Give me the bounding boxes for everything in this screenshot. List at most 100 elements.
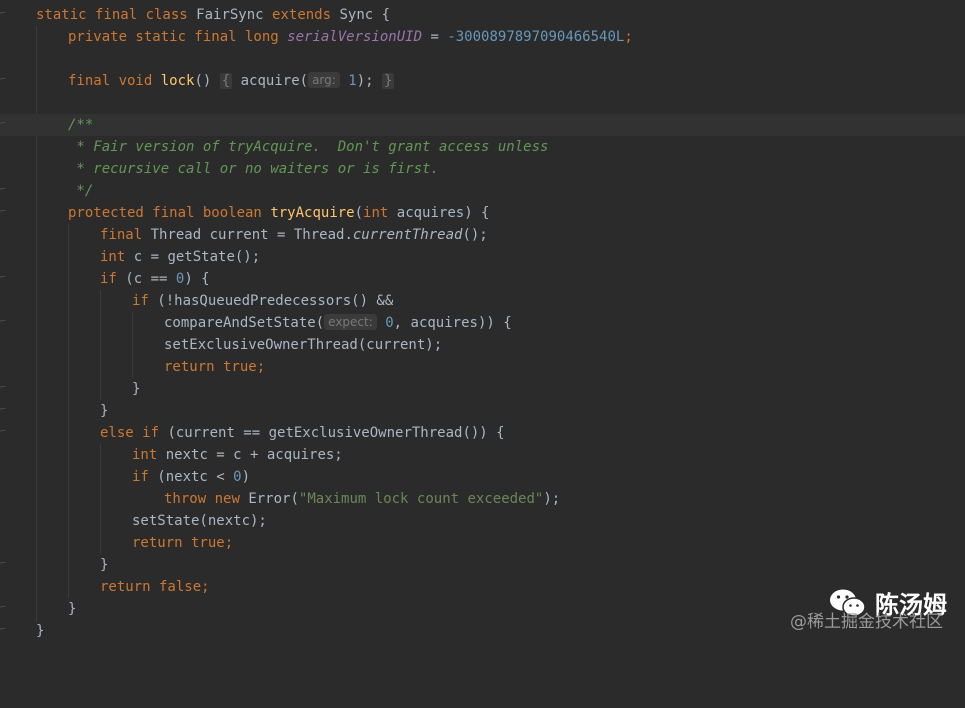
paren: ( bbox=[354, 205, 364, 221]
brace: } bbox=[68, 601, 77, 617]
doc-comment: * recursive call or no waiters or is fir… bbox=[68, 161, 439, 177]
code-text: (current == getExclusiveOwnerThread()) { bbox=[159, 425, 505, 441]
code-text: ) bbox=[241, 469, 251, 485]
code-line[interactable]: ⌐ else if (current == getExclusiveOwnerT… bbox=[0, 422, 965, 444]
number-literal: 0 bbox=[385, 315, 394, 331]
code-line[interactable]: private static final long serialVersionU… bbox=[0, 26, 965, 48]
code-line[interactable]: ⌐ final void lock() { acquire(arg: 1); } bbox=[0, 70, 965, 92]
static-method: currentThread bbox=[352, 227, 463, 243]
string-literal: "Maximum lock count exceeded" bbox=[298, 491, 544, 507]
code-line-current[interactable]: ⌐ /** bbox=[0, 114, 965, 136]
fold-icon[interactable]: ⌐ bbox=[0, 9, 6, 20]
fold-icon[interactable]: ⌐ bbox=[0, 185, 6, 196]
fold-icon[interactable]: ⌐ bbox=[0, 119, 6, 130]
param-hint: arg: bbox=[308, 72, 340, 88]
code-text: ); bbox=[543, 491, 561, 507]
fold-icon[interactable]: ⌐ bbox=[0, 273, 6, 284]
folded-brace[interactable]: { bbox=[219, 73, 233, 89]
code-text: (c == bbox=[116, 271, 176, 287]
fold-icon[interactable]: ⌐ bbox=[0, 75, 6, 86]
code-text: setState(nextc); bbox=[132, 513, 267, 529]
code-line[interactable]: return true; bbox=[0, 356, 965, 378]
keyword: final void bbox=[68, 73, 153, 89]
keyword: final bbox=[100, 227, 143, 243]
code-line[interactable]: final Thread current = Thread.currentThr… bbox=[0, 224, 965, 246]
keyword: new bbox=[214, 491, 240, 507]
code-line[interactable]: ⌐ } bbox=[0, 378, 965, 400]
fold-icon[interactable]: ⌐ bbox=[0, 603, 6, 614]
code-line[interactable]: ⌐ if (c == 0) { bbox=[0, 268, 965, 290]
keyword: private static final long bbox=[68, 29, 279, 45]
code-text: (nextc < bbox=[148, 469, 234, 485]
code-text: setExclusiveOwnerThread(current); bbox=[164, 337, 443, 353]
keyword: static final class bbox=[36, 7, 188, 23]
code-line[interactable]: setExclusiveOwnerThread(current); bbox=[0, 334, 965, 356]
field-name: serialVersionUID bbox=[287, 29, 423, 45]
paren: () bbox=[194, 73, 212, 89]
fold-icon[interactable]: ⌐ bbox=[0, 383, 6, 394]
keyword: int bbox=[132, 447, 158, 463]
code-line[interactable]: throw new Error("Maximum lock count exce… bbox=[0, 488, 965, 510]
keyword: else if bbox=[100, 425, 160, 441]
folded-brace[interactable]: } bbox=[381, 73, 395, 89]
method-call: compareAndSetState( bbox=[164, 315, 325, 331]
operator: = bbox=[422, 29, 448, 45]
keyword: return bbox=[132, 535, 183, 551]
code-line[interactable]: * Fair version of tryAcquire. Don't gran… bbox=[0, 136, 965, 158]
brace: } bbox=[100, 403, 109, 419]
code-line[interactable]: ⌐ */ bbox=[0, 180, 965, 202]
code-text: c = getState(); bbox=[125, 249, 261, 265]
code-line[interactable]: ⌐ static final class FairSync extends Sy… bbox=[0, 4, 965, 26]
code-line[interactable]: setState(nextc); bbox=[0, 510, 965, 532]
code-line[interactable]: int c = getState(); bbox=[0, 246, 965, 268]
brace: } bbox=[132, 381, 141, 397]
number-literal: -3000897897090466540L bbox=[447, 29, 625, 45]
brace: { bbox=[373, 7, 391, 23]
code-line[interactable]: * recursive call or no waiters or is fir… bbox=[0, 158, 965, 180]
keyword: throw bbox=[164, 491, 207, 507]
code-editor[interactable]: ⌐ static final class FairSync extends Sy… bbox=[0, 0, 965, 650]
fold-icon[interactable]: ⌐ bbox=[0, 625, 6, 636]
code-line[interactable]: ⌐ } bbox=[0, 400, 965, 422]
keyword: if bbox=[100, 271, 117, 287]
number-literal: 1 bbox=[348, 73, 357, 89]
boolean-literal: true bbox=[182, 535, 225, 551]
keyword: protected final boolean bbox=[68, 205, 262, 221]
fold-icon[interactable]: ⌐ bbox=[0, 559, 6, 570]
code-line[interactable]: if (!hasQueuedPredecessors() && bbox=[0, 290, 965, 312]
method-name: tryAcquire bbox=[270, 205, 355, 221]
doc-comment: */ bbox=[68, 183, 94, 199]
param-hint: expect: bbox=[324, 314, 377, 330]
code-text: (!hasQueuedPredecessors() && bbox=[148, 293, 394, 309]
code-line[interactable]: int nextc = c + acquires; bbox=[0, 444, 965, 466]
semicolon: ; bbox=[201, 579, 210, 595]
fold-icon[interactable]: ⌐ bbox=[0, 427, 6, 438]
keyword: if bbox=[132, 469, 149, 485]
code-text: nextc = c + acquires; bbox=[157, 447, 343, 463]
method-call: acquire( bbox=[240, 73, 309, 89]
boolean-literal: true bbox=[214, 359, 257, 375]
code-line[interactable]: return false; bbox=[0, 576, 965, 598]
semicolon: ; bbox=[224, 535, 234, 551]
number-literal: 0 bbox=[233, 469, 242, 485]
boolean-literal: false bbox=[150, 579, 202, 595]
keyword: int bbox=[100, 249, 126, 265]
keyword: return bbox=[100, 579, 151, 595]
keyword: return bbox=[164, 359, 215, 375]
code-line[interactable]: if (nextc < 0) bbox=[0, 466, 965, 488]
code-text: Error( bbox=[239, 491, 299, 507]
call-end: ); bbox=[356, 73, 374, 89]
parameter: acquires) { bbox=[388, 205, 490, 221]
fold-icon[interactable]: ⌐ bbox=[0, 317, 6, 328]
doc-comment: * Fair version of tryAcquire. Don't gran… bbox=[68, 139, 549, 155]
watermark-site: @稀土掘金技术社区 bbox=[790, 612, 943, 632]
class-name: FairSync bbox=[196, 7, 264, 23]
code-line[interactable]: ⌐ compareAndSetState(expect: 0, acquires… bbox=[0, 312, 965, 334]
brace: } bbox=[100, 557, 109, 573]
code-line[interactable]: return true; bbox=[0, 532, 965, 554]
fold-icon[interactable]: ⌐ bbox=[0, 207, 6, 218]
doc-comment: /** bbox=[68, 117, 94, 133]
fold-icon[interactable]: ⌐ bbox=[0, 405, 6, 416]
code-line[interactable]: ⌐ } bbox=[0, 554, 965, 576]
code-line[interactable]: ⌐ protected final boolean tryAcquire(int… bbox=[0, 202, 965, 224]
